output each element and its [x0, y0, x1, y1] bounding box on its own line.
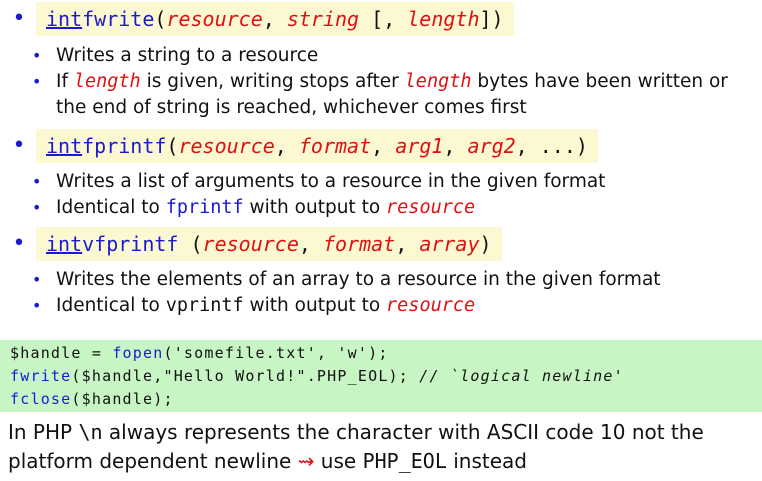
- code-line: fwrite($handle,"Hello World!".PHP_EOL); …: [10, 365, 762, 388]
- bullet-icon: •: [12, 6, 26, 31]
- code-function: fclose: [10, 390, 72, 408]
- signature-box: int fprintf(resource, format, arg1, arg2…: [36, 129, 598, 163]
- bullet-text: Writes the elements of an array to a res…: [56, 269, 661, 290]
- return-type: int: [46, 7, 83, 31]
- separator: ,: [371, 134, 396, 158]
- sub-bullet-icon: •: [32, 46, 42, 65]
- open-paren: (: [154, 7, 167, 31]
- text: is given, writing stops after: [140, 71, 405, 92]
- text: with output to: [243, 197, 387, 218]
- code-text: ('somefile.txt', 'w');: [163, 344, 389, 362]
- code-line: fclose($handle);: [10, 388, 762, 411]
- sub-bullet-icon: •: [32, 172, 42, 191]
- separator: [,: [359, 7, 408, 31]
- param: resource: [386, 197, 476, 218]
- param: format: [298, 134, 372, 158]
- separator: ,: [443, 134, 468, 158]
- bullet-icon: •: [12, 133, 26, 158]
- open-paren: (: [178, 232, 203, 256]
- param: resource: [166, 7, 263, 31]
- sub-bullet-icon: •: [32, 296, 42, 315]
- close-paren: ]): [479, 7, 504, 31]
- bullet-text: If length is given, writing stops after …: [56, 69, 746, 121]
- text: use: [314, 449, 363, 473]
- code-text: ($handle);: [71, 390, 174, 408]
- code-comment: // `logical newline': [419, 367, 624, 385]
- close-paren: ): [479, 232, 492, 256]
- code-ref: vprintf: [165, 295, 244, 316]
- param: resource: [178, 134, 275, 158]
- open-paren: (: [166, 134, 179, 158]
- separator: ,: [262, 7, 287, 31]
- sub-bullet-icon: •: [32, 198, 42, 217]
- code-function: fopen: [112, 344, 164, 362]
- bullet-text: Writes a list of arguments to a resource…: [56, 171, 606, 192]
- bullet-item: • Identical to fprintf with output to re…: [32, 195, 746, 221]
- sub-bullet-icon: •: [32, 72, 42, 91]
- separator: ,: [395, 232, 420, 256]
- param: arg1: [395, 134, 444, 158]
- bullet-icon: •: [12, 231, 26, 256]
- leads-to-arrow-icon: ⇝: [297, 449, 315, 473]
- param: string: [286, 7, 360, 31]
- signature-box: int vfprintf (resource, format, array): [36, 227, 502, 261]
- bullet-item: • Writes a string to a resource: [32, 43, 746, 69]
- separator: ,: [298, 232, 323, 256]
- return-type: int: [46, 134, 83, 158]
- code-block: $handle = fopen('somefile.txt', 'w'); fwr…: [0, 340, 762, 412]
- code-line: $handle = fopen('somefile.txt', 'w');: [10, 342, 762, 365]
- code-text: $handle =: [10, 344, 113, 362]
- bullet-item: • Writes a list of arguments to a resour…: [32, 169, 746, 195]
- code-text: ($handle,"Hello World!".PHP_EOL);: [71, 367, 420, 385]
- signature-fprintf: • int fprintf(resource, format, arg1, ar…: [8, 129, 598, 163]
- param: resource: [386, 295, 476, 316]
- text: In PHP: [8, 420, 79, 444]
- text: Identical to: [56, 295, 166, 316]
- signature-fwrite: • int fwrite(resource, string [, length]…: [8, 2, 514, 36]
- separator: ,: [274, 134, 299, 158]
- bullet-text: Writes a string to a resource: [56, 45, 319, 66]
- code-ref: \n: [78, 420, 103, 444]
- text: instead: [446, 449, 527, 473]
- param: resource: [202, 232, 299, 256]
- return-type: int: [46, 232, 83, 256]
- param: length: [73, 71, 141, 92]
- param: arg2: [467, 134, 516, 158]
- text: with output to: [243, 295, 387, 316]
- bullet-text: Identical to vprintf with output to reso…: [56, 293, 746, 319]
- signature-vfprintf: • int vfprintf (resource, format, array): [8, 227, 502, 261]
- code-ref: PHP_EOL: [362, 449, 447, 473]
- bullet-item: • Writes the elements of an array to a r…: [32, 267, 746, 293]
- param: length: [404, 71, 472, 92]
- footer-note: In PHP \n always represents the characte…: [8, 418, 748, 476]
- param: format: [322, 232, 396, 256]
- bullet-item: • Identical to vprintf with output to re…: [32, 293, 746, 319]
- bullet-item: • If length is given, writing stops afte…: [32, 69, 746, 121]
- sub-bullet-icon: •: [32, 270, 42, 289]
- function-name: fprintf: [82, 134, 167, 158]
- close-paren: , ...): [515, 134, 588, 158]
- code-ref: fprintf: [165, 197, 244, 218]
- param: length: [407, 7, 480, 31]
- code-function: fwrite: [10, 367, 72, 385]
- bullet-text: Identical to fprintf with output to reso…: [56, 195, 746, 221]
- text: Identical to: [56, 197, 166, 218]
- function-name: fwrite: [82, 7, 155, 31]
- text: If: [56, 71, 74, 92]
- param: array: [419, 232, 480, 256]
- function-name: vfprintf: [82, 232, 179, 256]
- signature-box: int fwrite(resource, string [, length]): [36, 2, 514, 36]
